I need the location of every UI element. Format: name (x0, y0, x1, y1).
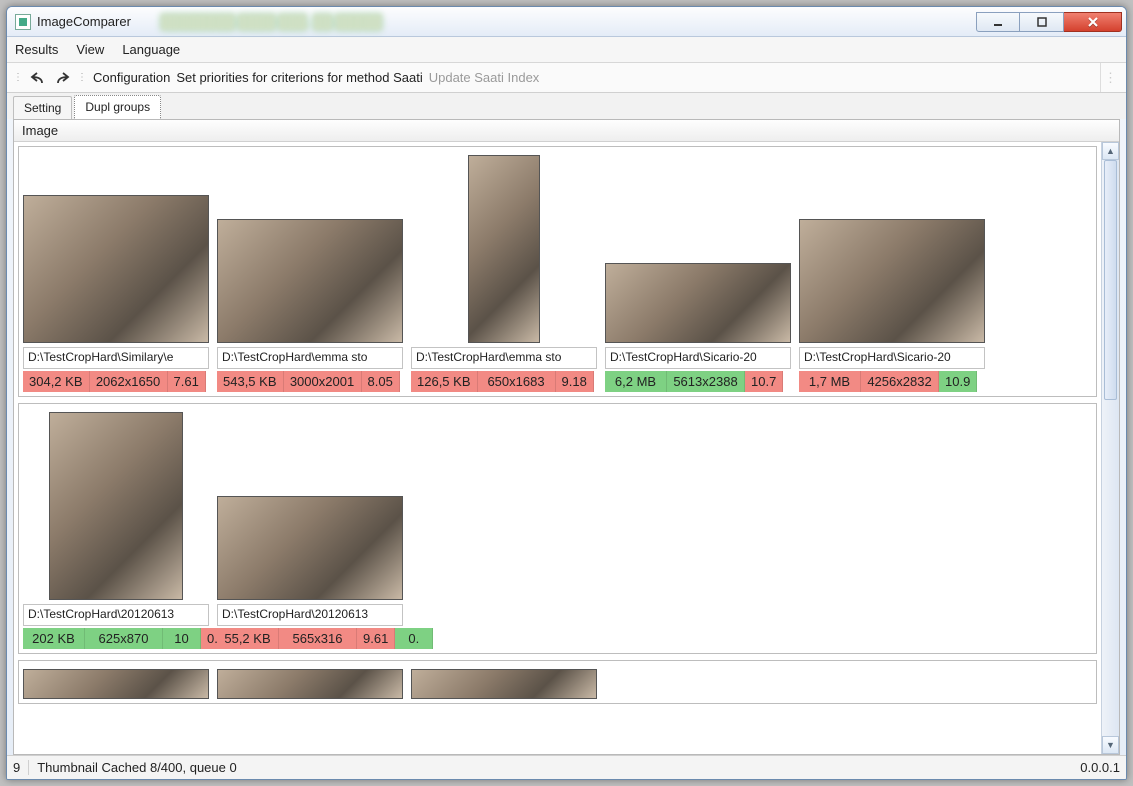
meta-cell: 202 KB625x870100.24 (23, 628, 209, 649)
thumbnail-cell[interactable] (217, 408, 403, 600)
score-badge: 7.61 (168, 371, 206, 392)
toolbar-set-priorities[interactable]: Set priorities for criterions for method… (176, 70, 422, 85)
thumbnail-cell[interactable] (217, 665, 403, 699)
thumbnail-image[interactable] (217, 219, 403, 343)
score-badge: 10.9 (939, 371, 977, 392)
toolbar-configuration[interactable]: Configuration (93, 70, 170, 85)
thumbnail-cell[interactable] (23, 665, 209, 699)
titlebar: ImageComparer ████████ ████ ███, ██ ████… (7, 7, 1126, 37)
toolbar-overflow-icon[interactable]: ⋮ (1100, 63, 1120, 92)
menu-view[interactable]: View (76, 42, 104, 57)
menubar: Results View Language (7, 37, 1126, 63)
score-badge: 10 (163, 628, 201, 649)
file-path[interactable]: D:\TestCropHard\20120613 (23, 604, 209, 626)
dimensions-badge: 2062x1650 (90, 371, 168, 392)
thumbnail-image[interactable] (23, 195, 209, 343)
thumbnail-cell[interactable] (217, 151, 403, 343)
group (18, 660, 1097, 704)
file-size-badge: 202 KB (23, 628, 85, 649)
app-window: ImageComparer ████████ ████ ███, ██ ████… (6, 6, 1127, 780)
score-badge: 8.05 (362, 371, 400, 392)
undo-icon[interactable] (29, 69, 47, 87)
thumbnail-cell[interactable] (411, 665, 597, 699)
menu-results[interactable]: Results (15, 42, 58, 57)
toolbar-grip-icon: ⋮ (13, 72, 21, 83)
scroll-down-icon[interactable]: ▼ (1102, 736, 1119, 754)
meta-cell: 1,7 MB4256x283210.9 (799, 371, 985, 392)
groups-list: D:\TestCropHard\Similary\e D:\TestCropHar… (14, 142, 1101, 754)
statusbar: 9 Thumbnail Cached 8/400, queue 0 0.0.0.… (7, 755, 1126, 779)
file-size-badge: 1,7 MB (799, 371, 861, 392)
menu-language[interactable]: Language (122, 42, 180, 57)
file-path[interactable]: D:\TestCropHard\Sicario-20 (605, 347, 791, 369)
thumbnail-cell[interactable] (23, 408, 209, 600)
thumbnail-image[interactable] (217, 669, 403, 699)
file-size-badge: 304,2 KB (23, 371, 90, 392)
meta-cell: 126,5 KB650x16839.18 (411, 371, 597, 392)
column-header-image[interactable]: Image (14, 120, 1119, 142)
close-button[interactable] (1064, 12, 1122, 32)
dimensions-badge: 3000x2001 (284, 371, 362, 392)
file-path[interactable]: D:\TestCropHard\emma sto (217, 347, 403, 369)
scroll-thumb[interactable] (1104, 160, 1117, 400)
thumbnail-cell[interactable] (23, 151, 209, 343)
file-path[interactable]: D:\TestCropHard\emma sto (411, 347, 597, 369)
dimensions-badge: 5613x2388 (667, 371, 745, 392)
thumbnail-cell[interactable] (411, 151, 597, 343)
file-path[interactable]: D:\TestCropHard\20120613 (217, 604, 403, 626)
file-size-badge: 6,2 MB (605, 371, 667, 392)
status-version: 0.0.0.1 (1080, 760, 1120, 775)
meta-cell: 55,2 KB565x3169.610. (217, 628, 403, 649)
group: D:\TestCropHard\Similary\e D:\TestCropHar… (18, 146, 1097, 397)
score-badge: 9.61 (357, 628, 395, 649)
thumbnail-image[interactable] (23, 669, 209, 699)
tabs: Setting Dupl groups (7, 93, 1126, 119)
score-badge: 10.7 (745, 371, 783, 392)
file-size-badge: 126,5 KB (411, 371, 478, 392)
thumbnail-cell[interactable] (799, 151, 985, 343)
scroll-up-icon[interactable]: ▲ (1102, 142, 1119, 160)
redo-icon[interactable] (53, 69, 71, 87)
vertical-scrollbar[interactable]: ▲ ▼ (1101, 142, 1119, 754)
titlebar-blurred-text: ████████ ████ ███, ██ █████ (161, 14, 382, 29)
file-size-badge: 543,5 KB (217, 371, 284, 392)
tab-dupl-groups[interactable]: Dupl groups (74, 95, 161, 119)
thumbnail-image[interactable] (411, 669, 597, 699)
client-area: Image D:\TestCropHard\Similary\eD:\TestC… (13, 119, 1120, 755)
dimensions-badge: 650x1683 (478, 371, 556, 392)
thumbnail-cell[interactable] (605, 151, 791, 343)
group: D:\TestCropHard\20120613 D:\TestCropHard\… (18, 403, 1097, 654)
dimensions-badge: 565x316 (279, 628, 357, 649)
app-icon (15, 14, 31, 30)
thumbnail-image[interactable] (49, 412, 183, 600)
window-buttons (976, 12, 1122, 32)
thumbnail-image[interactable] (468, 155, 540, 343)
file-size-badge: 55,2 KB (217, 628, 279, 649)
toolbar-separator-icon: ⋮ (77, 72, 85, 83)
score-badge: 9.18 (556, 371, 594, 392)
maximize-button[interactable] (1020, 12, 1064, 32)
groups-area: D:\TestCropHard\Similary\e D:\TestCropHar… (14, 142, 1119, 754)
dimensions-badge: 4256x2832 (861, 371, 939, 392)
file-path[interactable]: D:\TestCropHard\Similary\e (23, 347, 209, 369)
meta-cell: 543,5 KB3000x20018.05 (217, 371, 403, 392)
window-title: ImageComparer (37, 14, 131, 29)
extra-badge: 0. (395, 628, 433, 649)
toolbar-update-index[interactable]: Update Saati Index (429, 70, 540, 85)
thumbnail-image[interactable] (217, 496, 403, 600)
dimensions-badge: 625x870 (85, 628, 163, 649)
minimize-button[interactable] (976, 12, 1020, 32)
file-path[interactable]: D:\TestCropHard\Sicario-20 (799, 347, 985, 369)
thumbnail-image[interactable] (799, 219, 985, 343)
toolbar: ⋮ ⋮ Configuration Set priorities for cri… (7, 63, 1126, 93)
meta-cell: 304,2 KB2062x16507.61 (23, 371, 209, 392)
scroll-track[interactable] (1102, 160, 1119, 736)
tab-setting[interactable]: Setting (13, 96, 72, 119)
thumbnail-image[interactable] (605, 263, 791, 343)
status-cache: Thumbnail Cached 8/400, queue 0 (37, 760, 236, 775)
status-count: 9 (13, 760, 29, 775)
meta-cell: 6,2 MB5613x238810.7 (605, 371, 791, 392)
